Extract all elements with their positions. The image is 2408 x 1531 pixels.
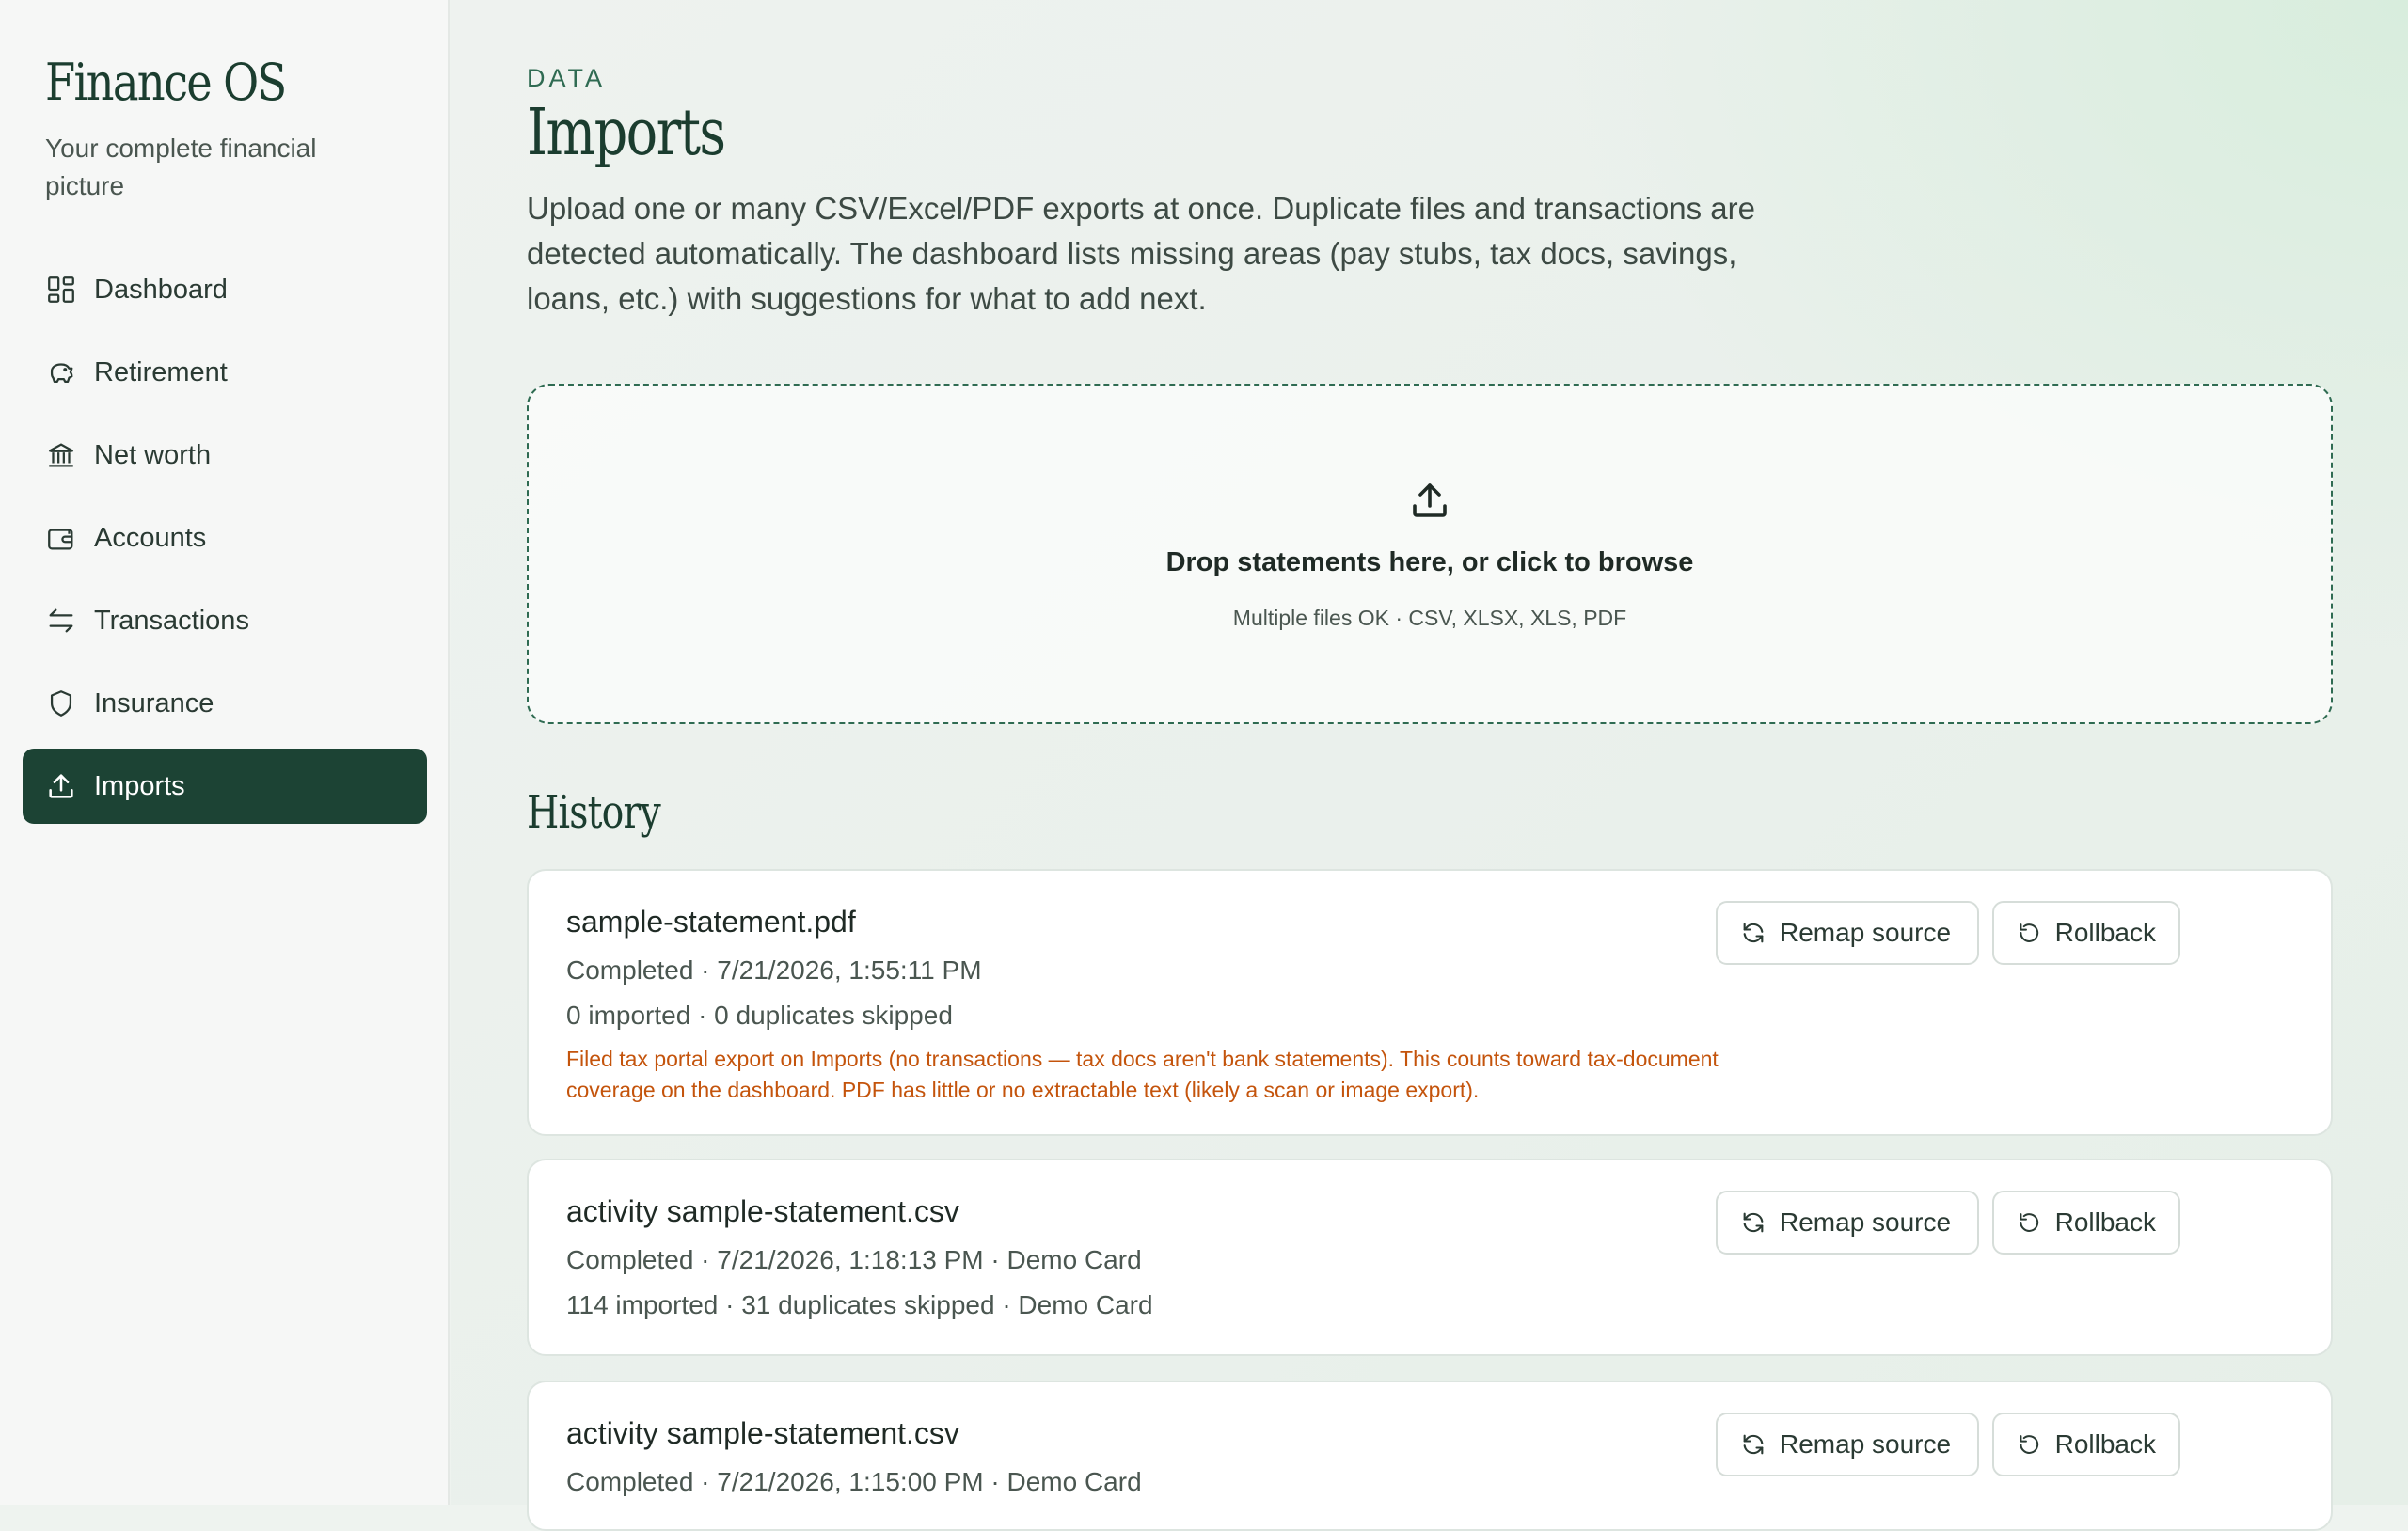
history-item-counts: 0 imported · 0 duplicates skipped [566,1001,953,1030]
sidebar: Finance OS Your complete financial pictu… [0,0,450,1505]
undo-icon [2020,1213,2039,1232]
wallet-icon [45,522,77,554]
piggy-bank-icon [45,356,77,388]
page-intro: Upload one or many CSV/Excel/PDF exports… [527,191,1755,316]
app-name: Finance OS [45,53,287,112]
history-item-note: Filed tax portal export on Imports (no t… [566,1047,1719,1102]
arrows-left-right-icon [45,605,77,637]
rollback-button[interactable]: Rollback [1992,1413,2180,1476]
rollback-label: Rollback [2054,1207,2156,1237]
undo-icon [2020,923,2039,942]
rollback-label: Rollback [2054,918,2156,947]
sidebar-item-label: Transactions [94,605,249,636]
sidebar-item-accounts[interactable]: Accounts [23,500,427,576]
section-eyebrow: DATA [527,64,607,92]
history-item-status: Completed · 7/21/2026, 1:15:00 PM · Demo… [566,1467,1142,1496]
page-title: Imports [527,96,726,170]
dropzone-title: Drop statements here, or click to browse [1165,547,1694,577]
sidebar-item-label: Accounts [94,522,207,553]
history-item: activity sample-statement.csv Completed … [527,1159,2333,1356]
history-item-filename: activity sample-statement.csv [566,1416,959,1450]
sidebar-item-retirement[interactable]: Retirement [23,335,427,410]
history-item: activity sample-statement.csv Completed … [527,1381,2333,1531]
dashboard-icon [45,274,77,306]
upload-icon [45,770,77,802]
shield-icon [45,687,77,719]
sidebar-item-label: Dashboard [94,274,228,305]
remap-source-button[interactable]: Remap source [1716,901,1979,965]
history-item-filename: activity sample-statement.csv [566,1194,959,1228]
rollback-label: Rollback [2054,1429,2156,1459]
refresh-icon [1743,923,1764,943]
remap-source-label: Remap source [1780,1207,1952,1237]
file-dropzone[interactable]: Drop statements here, or click to browse… [527,384,2333,724]
rollback-button[interactable]: Rollback [1992,901,2180,965]
rollback-button[interactable]: Rollback [1992,1191,2180,1255]
sidebar-item-label: Insurance [94,687,214,718]
sidebar-item-label: Net worth [94,439,212,470]
history-item-status: Completed · 7/21/2026, 1:55:11 PM [566,955,982,985]
history-item-filename: sample-statement.pdf [566,905,856,939]
history-item-counts: 114 imported · 31 duplicates skipped · D… [566,1290,1153,1319]
main-content: DATA Imports Upload one or many CSV/Exce… [452,0,2408,1531]
history-item: sample-statement.pdf Completed · 7/21/20… [527,869,2333,1136]
remap-source-button[interactable]: Remap source [1716,1413,1979,1476]
sidebar-item-label: Retirement [94,356,228,387]
undo-icon [2020,1435,2039,1454]
history-item-status: Completed · 7/21/2026, 1:18:13 PM · Demo… [566,1245,1142,1274]
upload-icon [1413,483,1447,517]
bank-icon [45,439,77,471]
remap-source-label: Remap source [1780,918,1952,947]
history-title: History [527,786,661,839]
sidebar-nav: Dashboard Retirement Net worth Accounts … [23,252,427,831]
sidebar-item-label: Imports [94,770,185,801]
refresh-icon [1743,1434,1764,1455]
remap-source-label: Remap source [1780,1429,1952,1459]
dropzone-subtitle: Multiple files OK · CSV, XLSX, XLS, PDF [1232,606,1627,630]
remap-source-button[interactable]: Remap source [1716,1191,1979,1255]
sidebar-item-insurance[interactable]: Insurance [23,666,427,741]
sidebar-item-net-worth[interactable]: Net worth [23,418,427,493]
refresh-icon [1743,1212,1764,1233]
sidebar-item-imports[interactable]: Imports [23,749,427,824]
sidebar-item-dashboard[interactable]: Dashboard [23,252,427,327]
app-tagline: Your complete financial picture [45,134,317,200]
sidebar-item-transactions[interactable]: Transactions [23,583,427,658]
